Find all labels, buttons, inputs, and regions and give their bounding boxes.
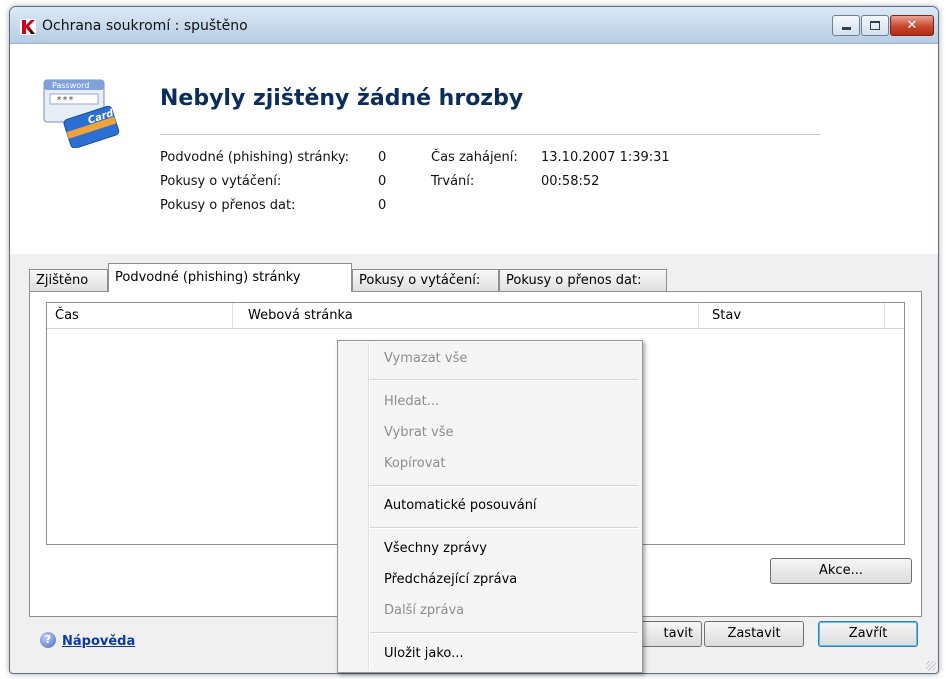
tab-phishing[interactable]: Podvodné (phishing) stránky [108,263,352,292]
tab-dial-attempts[interactable]: Pokusy o vytáčení: [352,269,499,291]
title-bar[interactable]: Ochrana soukromí : spuštěno ✕ [10,7,938,44]
menu-next-message[interactable]: Další zpráva [384,603,464,618]
menu-separator [370,632,638,634]
phishing-count-label: Podvodné (phishing) stránky: [160,150,349,165]
menu-find[interactable]: Hledat... [384,394,439,409]
header-separator [160,134,820,135]
kaspersky-logo-icon [20,19,36,35]
menu-separator [370,379,638,381]
column-time[interactable]: Čas [47,303,232,328]
column-status[interactable]: Stav [698,303,884,328]
window-title: Ochrana soukromí : spuštěno [42,18,248,34]
transfer-attempts-value: 0 [378,198,387,213]
status-title: Nebyly zjištěny žádné hrozby [160,86,524,111]
resize-grip[interactable] [926,661,936,671]
stop-button[interactable]: Zastavit [704,621,804,647]
duration-label: Trvání: [431,174,475,189]
start-time-value: 13.10.2007 1:39:31 [541,150,670,165]
tab-data-transfer[interactable]: Pokusy o přenos dat: [499,269,667,291]
menu-separator [370,527,638,529]
start-time-label: Čas zahájení: [431,150,518,165]
menu-icon-gutter [368,343,370,670]
menu-all-messages[interactable]: Všechny zprávy [384,541,487,556]
tab-detected[interactable]: Zjištěno [29,269,108,291]
menu-select-all[interactable]: Vybrat vše [384,425,454,440]
menu-copy[interactable]: Kopírovat [384,456,445,471]
menu-previous-message[interactable]: Předcházející zpráva [384,572,517,587]
column-website[interactable]: Webová stránka [232,303,698,328]
actions-button[interactable]: Akce... [770,558,912,584]
transfer-attempts-label: Pokusy o přenos dat: [160,198,296,213]
minimize-button[interactable] [832,15,860,36]
duration-value: 00:58:52 [541,174,600,189]
dial-attempts-label: Pokusy o vytáčení: [160,174,282,189]
card-art-label-1: Password [52,81,89,90]
menu-auto-scroll[interactable]: Automatické posouvání [384,498,537,513]
menu-separator [370,485,638,487]
phishing-count-value: 0 [378,150,387,165]
list-header: Čas Webová stránka Stav [47,303,904,329]
password-card-icon: Password *** Card [43,79,120,148]
maximize-button[interactable] [861,15,889,36]
close-window-button[interactable]: ✕ [890,15,934,36]
status-header: Password *** Card Nebyly zjištěny žádné … [10,44,938,254]
menu-save-as[interactable]: Uložit jako... [384,646,464,661]
close-button[interactable]: Zavřít [818,621,918,647]
menu-clear-all[interactable]: Vymazat vše [384,351,467,366]
column-filler [884,303,904,328]
card-art-label-2: *** [56,95,74,106]
help-icon[interactable]: ? [40,632,56,648]
close-icon: ✕ [906,18,918,33]
dial-attempts-value: 0 [378,174,387,189]
context-menu: Vymazat vše Hledat... Vybrat vše Kopírov… [337,340,643,673]
help-link[interactable]: Nápověda [62,634,135,649]
